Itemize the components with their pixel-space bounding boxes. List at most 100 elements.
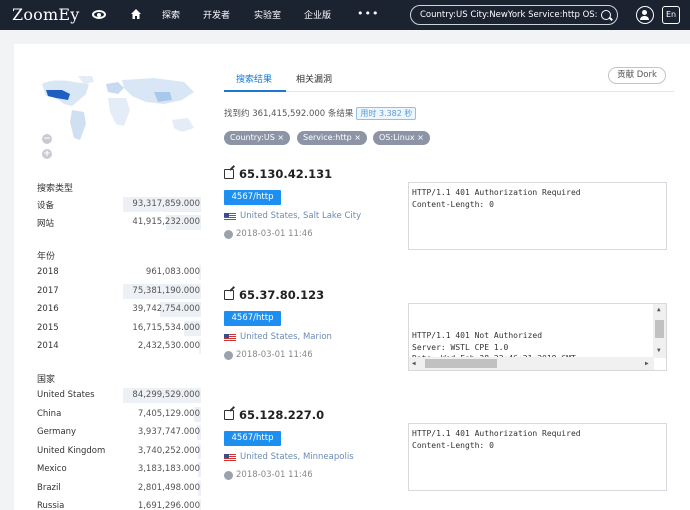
stat-row[interactable]: 网站 41,915,232.000	[36, 215, 201, 230]
scroll-thumb[interactable]	[425, 359, 497, 368]
world-map[interactable]	[34, 74, 204, 154]
result-ip[interactable]: 65.128.227.0	[239, 408, 324, 422]
more-menu-icon[interactable]: •••	[357, 7, 379, 20]
external-link-icon[interactable]	[224, 290, 234, 300]
stat-label: 2014	[37, 341, 59, 351]
zoomeye-logo[interactable]: ZoomEy	[12, 5, 79, 24]
active-tab-indicator	[224, 90, 286, 92]
stat-row[interactable]: 设备 93,317,859.000	[36, 197, 201, 212]
stat-row[interactable]: 2015 16,715,534.000	[36, 320, 201, 336]
port-badge[interactable]: 4567/http	[224, 311, 281, 326]
stat-row[interactable]: Germany 3,937,747.000	[36, 425, 201, 440]
home-icon[interactable]	[131, 9, 141, 19]
tabs-divider	[224, 91, 674, 92]
stats-heading-year: 年份	[37, 252, 56, 262]
stat-row[interactable]: Mexico 3,183,183.000	[36, 462, 201, 477]
stat-value: 3,183,183.000	[137, 464, 200, 474]
external-link-icon[interactable]	[224, 169, 234, 179]
result-location[interactable]: United States, Salt Lake City	[240, 211, 361, 221]
stat-row[interactable]: 2016 39,742,754.000	[36, 302, 201, 317]
clock-icon	[224, 230, 233, 239]
stat-value: 39,742,754.000	[132, 304, 200, 314]
stat-label: Brazil	[37, 482, 61, 493]
zoom-out-button[interactable]: −	[42, 134, 52, 144]
nav-enterprise[interactable]: 企业版	[304, 8, 331, 21]
nav-explore[interactable]: 探索	[162, 8, 180, 21]
stat-label: United States	[37, 390, 95, 400]
result-timestamp: 2018-03-01 11:46	[236, 350, 313, 360]
result-banner[interactable]: HTTP/1.1 401 Not Authorized Server: WSTL…	[408, 303, 667, 371]
stat-label: 2016	[37, 304, 59, 314]
stat-label: Russia	[37, 501, 65, 510]
tab-search-results[interactable]: 搜索结果	[236, 72, 272, 85]
stat-row[interactable]: China 7,405,129.000	[36, 406, 201, 422]
stat-row[interactable]: United Kingdom 3,740,252.000	[36, 443, 201, 459]
stat-value: 3,937,747.000	[137, 427, 200, 437]
port-badge[interactable]: 4567/http	[224, 431, 281, 446]
result-banner[interactable]: HTTP/1.1 401 Authorization Required Cont…	[408, 182, 667, 250]
stat-value: 84,299,529.000	[132, 390, 200, 400]
port-badge[interactable]: 4567/http	[224, 190, 281, 205]
result-ip[interactable]: 65.130.42.131	[239, 167, 332, 181]
stat-value: 16,715,534.000	[132, 322, 200, 333]
stat-row[interactable]: Russia 1,691,296.000	[36, 499, 201, 510]
stat-value: 3,740,252.000	[137, 445, 200, 456]
stats-heading-country: 国家	[37, 375, 56, 385]
tab-related-vulns[interactable]: 相关漏洞	[296, 72, 332, 85]
scroll-thumb[interactable]	[655, 320, 664, 338]
stat-row[interactable]: 2014 2,432,530.000	[36, 339, 201, 354]
search-input-value[interactable]: Country:US City:NewYork Service:http OS:…	[420, 10, 598, 20]
main-panel: − + 搜索类型 设备 93,317,859.000 网站 41,915,232.00…	[14, 44, 690, 510]
stat-label: 网站	[37, 219, 55, 229]
stat-row[interactable]: Brazil 2,801,498.000	[36, 480, 201, 496]
stat-value: 93,317,859.000	[132, 199, 200, 209]
stat-label: 设备	[37, 201, 55, 211]
result-item: 65.128.227.0 4567/http United States, Mi…	[224, 408, 679, 510]
scroll-down-arrow-icon[interactable]: ▼	[657, 348, 661, 354]
us-flag-icon	[224, 213, 236, 221]
contribute-dork-button[interactable]: 贡献 Dork	[608, 67, 666, 84]
nav-lab[interactable]: 实验室	[254, 8, 281, 21]
stat-value: 75,381,190.000	[132, 285, 200, 296]
stat-row[interactable]: 2017 75,381,190.000	[36, 283, 201, 299]
stat-value: 961,083.000	[145, 267, 200, 277]
result-count: 找到约 361,415,592.000 条结果	[224, 109, 354, 119]
search-icon[interactable]	[601, 10, 611, 20]
result-ip[interactable]: 65.37.80.123	[239, 288, 324, 302]
stat-row[interactable]: United States 84,299,529.000	[36, 388, 201, 403]
stat-row[interactable]: 2018 961,083.000	[36, 265, 201, 280]
clock-icon	[224, 471, 233, 480]
stat-label: United Kingdom	[37, 445, 106, 456]
user-account-icon[interactable]	[636, 6, 654, 24]
nav-developer[interactable]: 开发者	[203, 8, 230, 21]
horizontal-scrollbar[interactable]: ◀ ▶	[409, 357, 654, 370]
scroll-up-arrow-icon[interactable]: ▲	[657, 307, 661, 313]
language-button[interactable]: En	[662, 6, 680, 24]
stat-label: 2018	[37, 267, 59, 277]
search-input[interactable]: Country:US City:NewYork Service:http OS:…	[410, 5, 618, 25]
result-location[interactable]: United States, Minneapolis	[240, 452, 354, 462]
stat-label: 2017	[37, 285, 59, 296]
result-item: 65.130.42.131 4567/http United States, S…	[224, 167, 679, 277]
result-timestamp: 2018-03-01 11:46	[236, 470, 313, 480]
filter-tag-os[interactable]: OS:Linux ×	[373, 131, 430, 145]
stat-label: Mexico	[37, 464, 67, 474]
filter-tag-service[interactable]: Service:http ×	[297, 131, 367, 145]
stat-label: China	[37, 408, 62, 419]
vertical-scrollbar[interactable]: ▲ ▼	[653, 304, 666, 358]
external-link-icon[interactable]	[224, 410, 234, 420]
stats-heading-search-type: 搜索类型	[37, 184, 74, 194]
search-time-badge: 用时 3.382 秒	[356, 107, 417, 120]
scroll-left-arrow-icon[interactable]: ◀	[412, 361, 416, 367]
stat-value: 41,915,232.000	[132, 217, 200, 227]
result-timestamp: 2018-03-01 11:46	[236, 229, 313, 239]
stat-label: 2015	[37, 322, 59, 333]
top-nav-bar: ZoomEy 探索 开发者 实验室 企业版 ••• Country:US Cit…	[0, 0, 690, 30]
filter-tag-country[interactable]: Country:US ×	[224, 131, 291, 145]
result-location[interactable]: United States, Marion	[240, 332, 332, 342]
us-flag-icon	[224, 334, 236, 342]
scroll-right-arrow-icon[interactable]: ▶	[645, 361, 649, 367]
result-banner[interactable]: HTTP/1.1 401 Authorization Required Cont…	[408, 423, 667, 491]
zoom-in-button[interactable]: +	[42, 149, 52, 159]
stat-label: Germany	[37, 427, 77, 437]
